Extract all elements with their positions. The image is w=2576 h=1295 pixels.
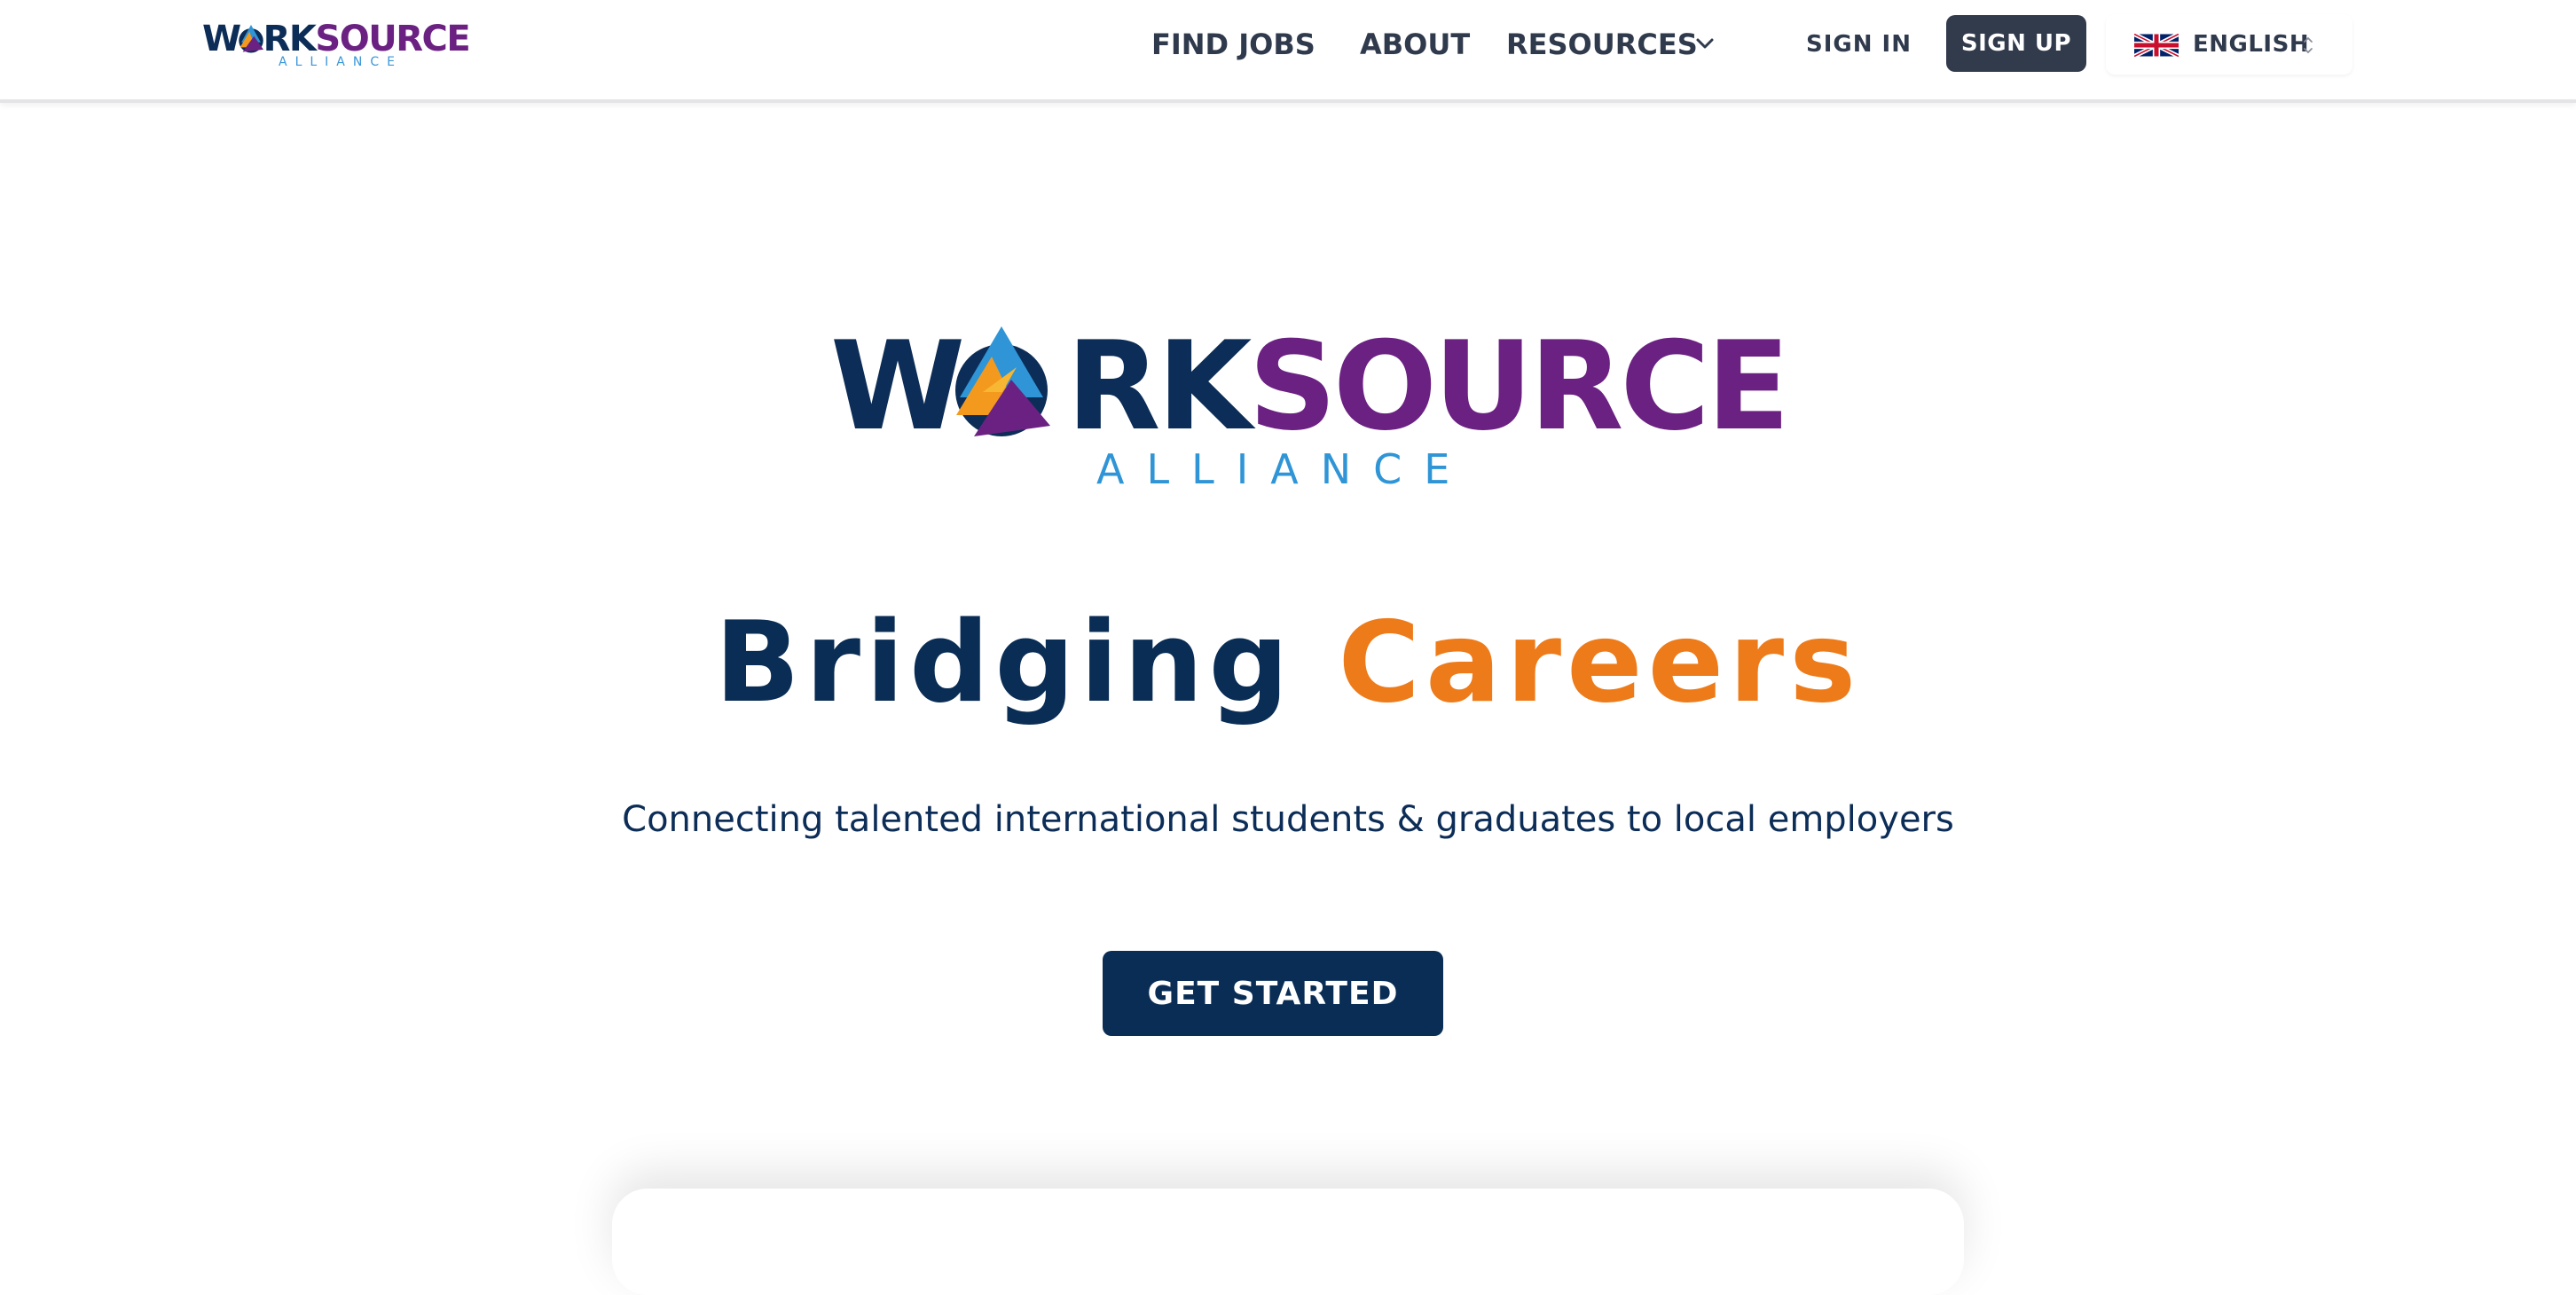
uk-flag-icon xyxy=(2134,34,2179,57)
sign-up-button[interactable]: SIGN UP xyxy=(1946,15,2086,72)
nav-resources[interactable]: RESOURCES xyxy=(1506,25,1698,64)
nav-find-jobs[interactable]: FIND JOBS xyxy=(1151,25,1315,64)
language-selector[interactable]: ENGLISH xyxy=(2106,14,2352,75)
headline-bridging: Bridging xyxy=(714,597,1294,727)
get-started-button[interactable]: GET STARTED xyxy=(1103,951,1443,1036)
logo-mountain-icon xyxy=(955,326,1050,436)
language-label: ENGLISH xyxy=(2193,31,2310,58)
chevron-down-icon[interactable] xyxy=(1694,35,1716,51)
nav-about[interactable]: ABOUT xyxy=(1360,25,1470,64)
nav-logo[interactable]: W RKSOURCE ALLIANCE xyxy=(202,20,471,69)
updown-chevron-icon xyxy=(2304,36,2313,54)
nav-logo-mountain-icon xyxy=(239,25,263,53)
hero-tagline: Connecting talented international studen… xyxy=(622,799,1954,840)
headline-careers: Careers xyxy=(1338,597,1862,727)
nav-logo-subtitle: ALLIANCE xyxy=(279,55,403,69)
sign-in-link[interactable]: SIGN IN xyxy=(1806,27,1912,62)
hero-logo-subtitle: ALLIANCE xyxy=(1096,445,1473,493)
content-card-top-edge xyxy=(612,1189,1964,1295)
top-navbar: W RKSOURCE ALLIANCE FIND JOBS ABOUT RESOU… xyxy=(0,0,2576,103)
hero-headline: Bridging Careers xyxy=(0,596,2576,729)
